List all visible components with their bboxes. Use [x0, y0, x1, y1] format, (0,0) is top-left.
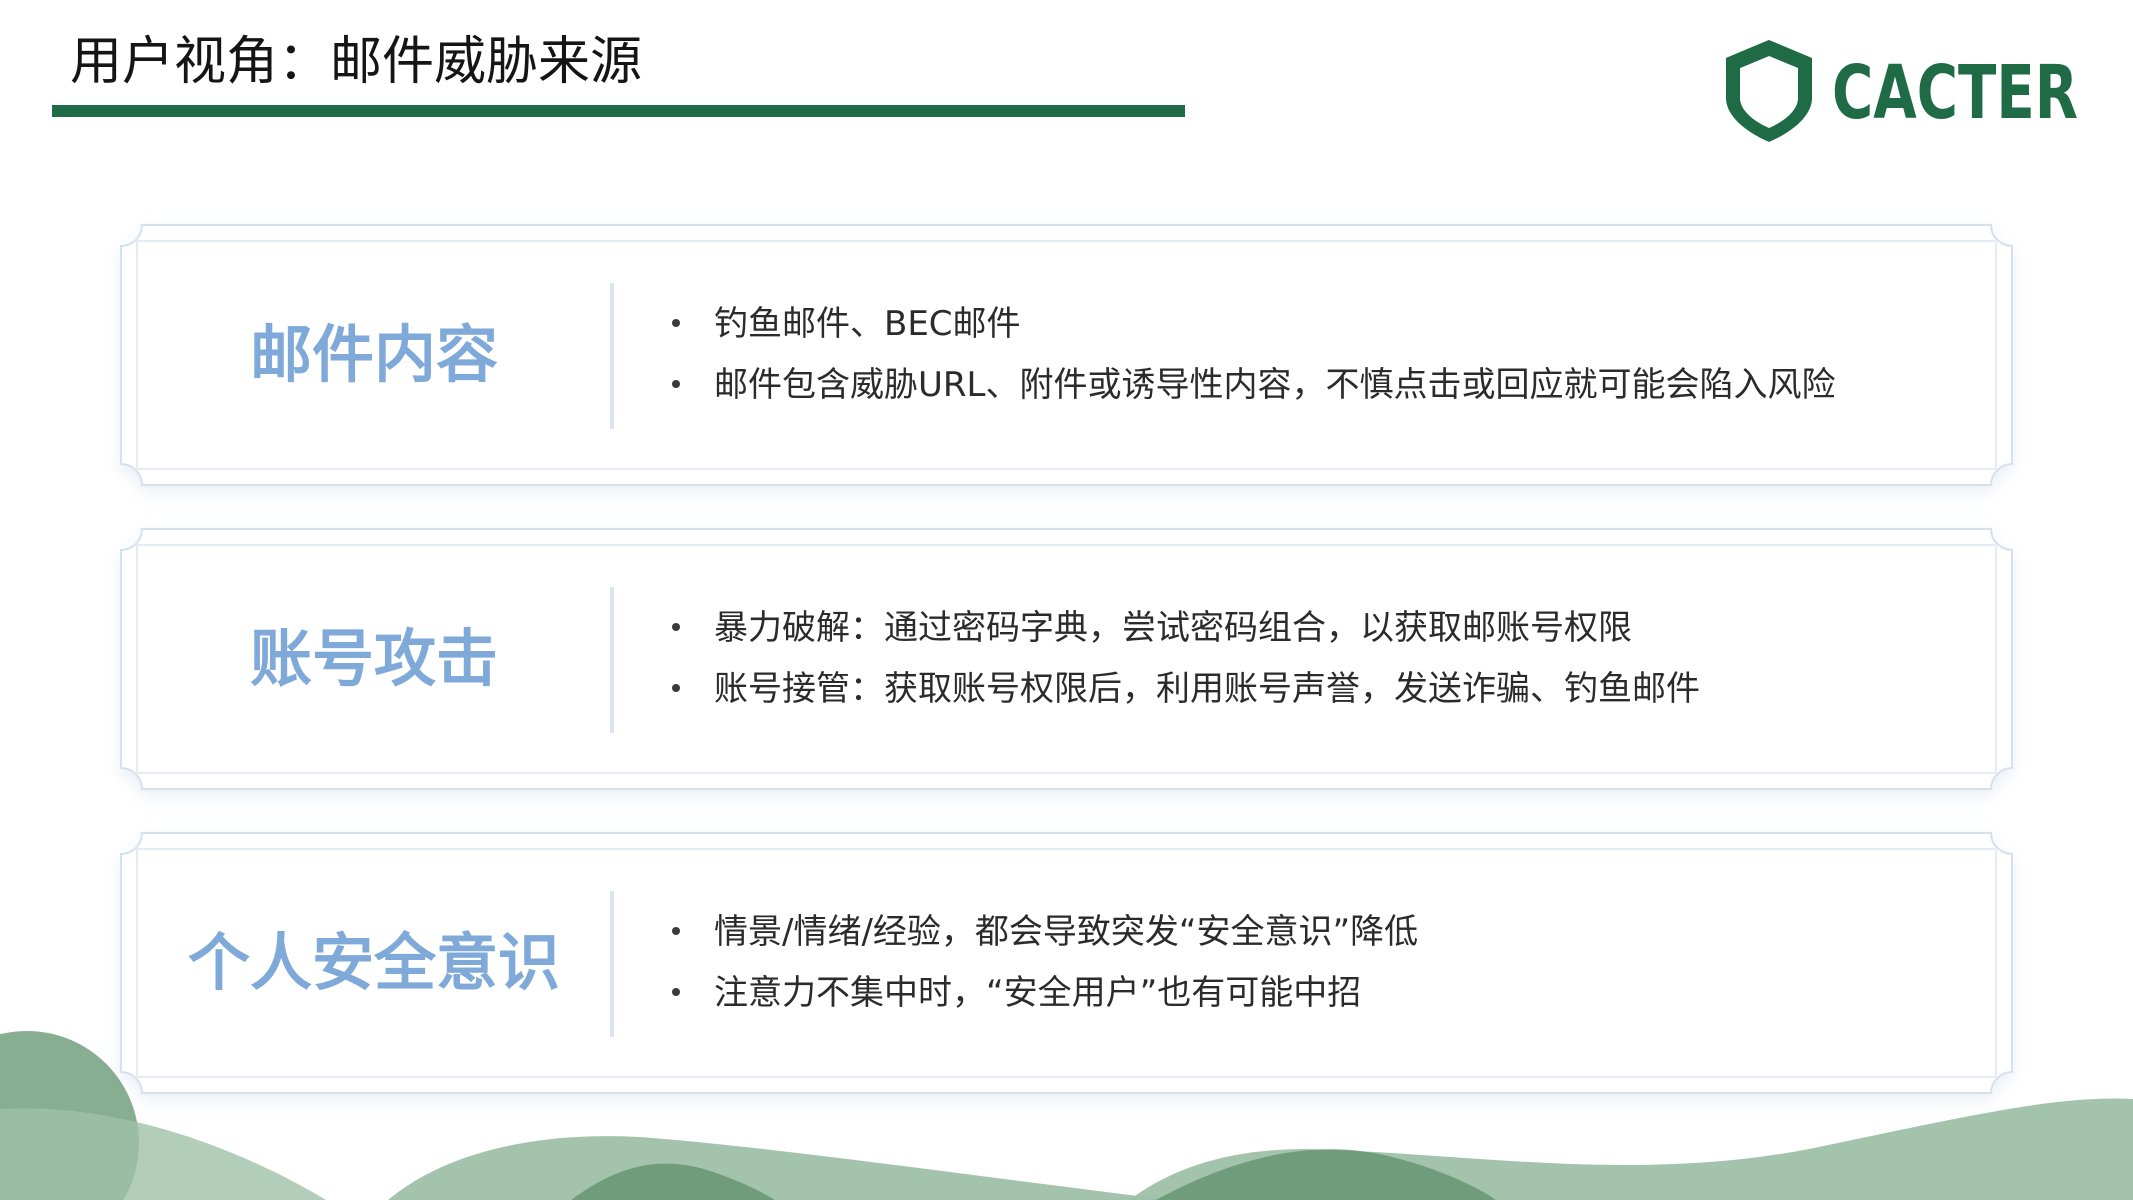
bullet-dot-icon — [672, 318, 680, 327]
bullet-text: 暴力破解：通过密码字典，尝试密码组合，以获取邮账号权限 — [714, 608, 1632, 648]
shield-icon — [1726, 40, 1812, 142]
wave-middle — [388, 1136, 1170, 1200]
title-underline-bar — [52, 105, 1185, 117]
brand-logo: CACTER — [1726, 40, 2078, 142]
bullet-list: 钓鱼邮件、BEC邮件 邮件包含威胁URL、附件或诱导性内容，不慎点击或回应就可能… — [668, 224, 1988, 486]
card-divider — [610, 283, 614, 429]
card-title: 个人安全意识 — [187, 926, 560, 999]
bullet-dot-icon — [672, 683, 680, 692]
bullet-dot-icon — [672, 622, 680, 631]
bullet-list: 暴力破解：通过密码字典，尝试密码组合，以获取邮账号权限 账号接管：获取账号权限后… — [668, 528, 1988, 790]
bullet-dot-icon — [672, 379, 680, 388]
card-divider — [610, 587, 614, 733]
card-title: 邮件内容 — [249, 318, 498, 391]
bullet-text: 注意力不集中时，“安全用户”也有可能中招 — [714, 973, 1362, 1013]
bullet-text: 钓鱼邮件、BEC邮件 — [714, 304, 1021, 344]
page-title: 用户视角：邮件威胁来源 — [70, 32, 643, 92]
list-item: 邮件包含威胁URL、附件或诱导性内容，不慎点击或回应就可能会陷入风险 — [668, 362, 1835, 408]
card-title: 账号攻击 — [249, 622, 498, 695]
bullet-text: 账号接管：获取账号权限后，利用账号声誉，发送诈骗、钓鱼邮件 — [714, 669, 1700, 709]
bullet-text: 情景/情绪/经验，都会导致突发“安全意识”降低 — [714, 912, 1419, 952]
list-item: 账号接管：获取账号权限后，利用账号声誉，发送诈骗、钓鱼邮件 — [668, 666, 1700, 712]
card-security-awareness: 个人安全意识 情景/情绪/经验，都会导致突发“安全意识”降低 注意力不集中时，“… — [120, 832, 2013, 1094]
list-item: 暴力破解：通过密码字典，尝试密码组合，以获取邮账号权限 — [668, 605, 1632, 651]
brand-logo-text: CACTER — [1832, 50, 2078, 136]
card-account-attack: 账号攻击 暴力破解：通过密码字典，尝试密码组合，以获取邮账号权限 账号接管：获取… — [120, 528, 2013, 790]
bullet-dot-icon — [672, 987, 680, 996]
bullet-dot-icon — [672, 926, 680, 935]
card-divider — [610, 891, 614, 1037]
bullet-text: 邮件包含威胁URL、附件或诱导性内容，不慎点击或回应就可能会陷入风险 — [714, 365, 1836, 405]
wave-left — [0, 1108, 326, 1200]
list-item: 情景/情绪/经验，都会导致突发“安全意识”降低 — [668, 909, 1418, 955]
card-email-content: 邮件内容 钓鱼邮件、BEC邮件 邮件包含威胁URL、附件或诱导性内容，不慎点击或… — [120, 224, 2013, 486]
list-item: 钓鱼邮件、BEC邮件 — [668, 301, 1021, 347]
list-item: 注意力不集中时，“安全用户”也有可能中招 — [668, 970, 1361, 1016]
bullet-list: 情景/情绪/经验，都会导致突发“安全意识”降低 注意力不集中时，“安全用户”也有… — [668, 832, 1988, 1094]
